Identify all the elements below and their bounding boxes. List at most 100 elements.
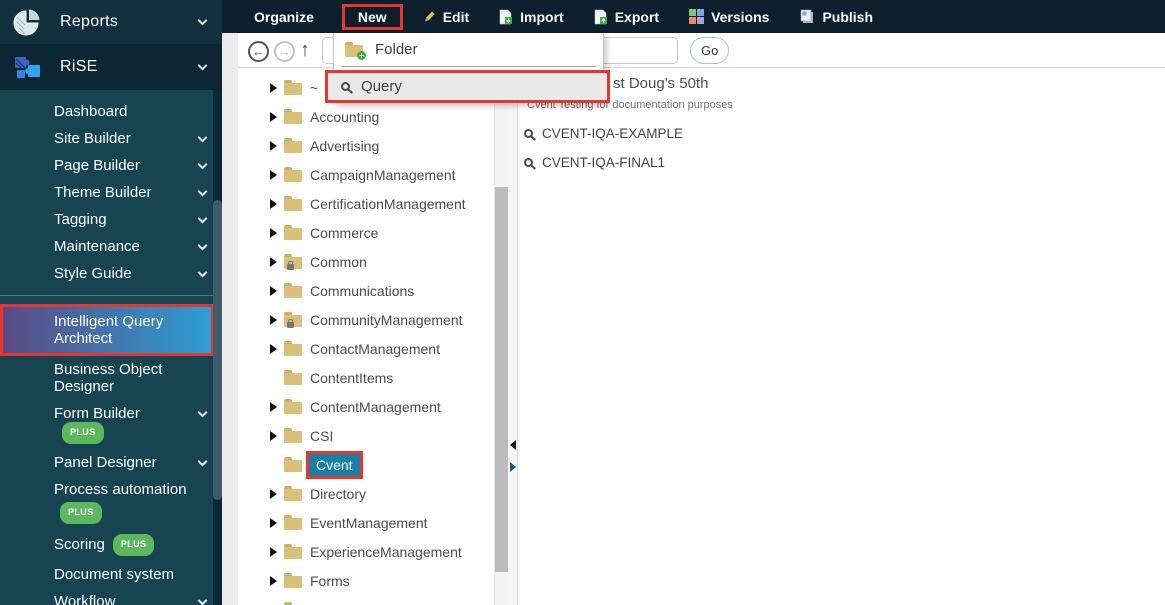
sidebar-nav-list: Dashboard Site Builder Page Builder Them… — [0, 98, 222, 605]
tree-item-communications[interactable]: Communications — [238, 276, 494, 305]
pie-chart-icon — [12, 6, 44, 38]
query-result-item[interactable]: CVENT-IQA-EXAMPLE — [524, 126, 683, 141]
toolbar-publish-button[interactable]: Publish — [799, 9, 873, 25]
pencil-icon — [421, 9, 436, 24]
tree-item-accounting[interactable]: Accounting — [238, 102, 494, 131]
toolbar-export-button[interactable]: Export — [594, 9, 659, 25]
expand-arrow-icon[interactable] — [270, 430, 277, 441]
expand-arrow-icon[interactable] — [270, 517, 277, 528]
expand-arrow-icon[interactable] — [270, 546, 277, 557]
forward-icon[interactable]: → — [274, 41, 295, 62]
tree-item-commerce[interactable]: Commerce — [238, 218, 494, 247]
expand-arrow-icon[interactable] — [270, 575, 277, 586]
menu-item-query[interactable]: Query — [325, 70, 610, 103]
tree-item-advertising[interactable]: Advertising — [238, 131, 494, 160]
sidebar-item-panel-designer[interactable]: Panel Designer — [0, 449, 222, 476]
folder-tree: ~ Accounting Advertising CampaignManagem… — [238, 68, 494, 605]
expand-arrow-icon[interactable] — [270, 256, 277, 267]
sidebar-item-site-builder[interactable]: Site Builder — [0, 125, 222, 152]
sidebar-item-intelligent-query-architect[interactable]: Intelligent Query Architect — [0, 304, 214, 356]
sidebar: Reports RiSE Dashboard Site Builder Page… — [0, 0, 222, 605]
sidebar-item-maintenance[interactable]: Maintenance — [0, 233, 222, 260]
expand-arrow-icon[interactable] — [270, 82, 277, 93]
sidebar-item-page-builder[interactable]: Page Builder — [0, 152, 222, 179]
expand-arrow-icon[interactable] — [270, 488, 277, 499]
chevron-down-icon — [197, 132, 208, 143]
chevron-down-icon — [197, 60, 208, 70]
sidebar-item-theme-builder[interactable]: Theme Builder — [0, 179, 222, 206]
expand-arrow-icon[interactable] — [270, 111, 277, 122]
tree-item-directory[interactable]: Directory — [238, 479, 494, 508]
sidebar-scrollbar-thumb[interactable] — [213, 200, 222, 500]
sidebar-item-document-system[interactable]: Document system — [0, 561, 222, 588]
folder-icon — [284, 195, 302, 211]
folder-locked-icon — [284, 311, 302, 328]
toolbar-import-button[interactable]: Import — [499, 9, 564, 25]
tree-item-csi[interactable]: CSI — [238, 421, 494, 450]
expand-arrow-icon[interactable] — [270, 227, 277, 238]
search-icon — [524, 129, 533, 138]
sidebar-item-tagging[interactable]: Tagging — [0, 206, 222, 233]
folder-icon — [284, 398, 302, 414]
tree-item-common[interactable]: Common — [238, 247, 494, 276]
folder-icon — [284, 572, 302, 588]
tree-item-communitymanagement[interactable]: CommunityManagement — [238, 305, 494, 334]
toolbar-versions-button[interactable]: Versions — [689, 9, 769, 25]
tree-item-forms[interactable]: Forms — [238, 566, 494, 595]
tree-item-eventmanagement[interactable]: EventManagement — [238, 508, 494, 537]
collapse-left-icon[interactable] — [510, 440, 516, 450]
expand-arrow-icon[interactable] — [270, 343, 277, 354]
publish-icon — [799, 9, 815, 24]
puzzle-icon — [12, 51, 44, 83]
selected-tree-label: Cvent — [306, 450, 363, 479]
sidebar-item-business-object-designer[interactable]: Business Object Designer — [0, 356, 222, 400]
expand-arrow-icon[interactable] — [270, 314, 277, 325]
toolbar: Organize New Edit Import Export Versions… — [222, 0, 1165, 33]
folder-icon — [284, 137, 302, 153]
chevron-down-icon — [197, 186, 208, 197]
tree-item-cvent[interactable]: Cvent — [238, 450, 494, 479]
query-result-item[interactable]: CVENT-IQA-FINAL1 — [524, 155, 665, 170]
up-icon[interactable]: ↑ — [300, 39, 310, 62]
folder-icon — [284, 79, 302, 95]
folder-icon — [284, 369, 302, 385]
collapse-right-icon[interactable] — [510, 462, 516, 472]
tree-item-contentmanagement[interactable]: ContentManagement — [238, 392, 494, 421]
expand-arrow-icon[interactable] — [270, 285, 277, 296]
plus-badge: PLUS — [62, 422, 104, 444]
chevron-down-icon — [197, 240, 208, 251]
folder-icon — [284, 427, 302, 443]
sidebar-section-rise[interactable]: RiSE — [0, 44, 222, 90]
sidebar-item-scoring[interactable]: Scoring PLUS — [0, 529, 222, 561]
panel-splitter[interactable] — [508, 68, 518, 605]
tree-item-contentitems[interactable]: ContentItems — [238, 363, 494, 392]
tree-item-certificationmanagement[interactable]: CertificationManagement — [238, 189, 494, 218]
go-button[interactable]: Go — [690, 37, 730, 64]
sidebar-divider — [0, 295, 222, 296]
expand-arrow-icon[interactable] — [270, 401, 277, 412]
toolbar-organize-button[interactable]: Organize — [254, 9, 314, 25]
folder-icon — [284, 224, 302, 240]
sidebar-item-style-guide[interactable]: Style Guide — [0, 260, 222, 287]
tree-item-experiencemanagement[interactable]: ExperienceManagement — [238, 537, 494, 566]
lock-icon — [287, 260, 294, 270]
expand-arrow-icon[interactable] — [270, 140, 277, 151]
sidebar-item-workflow[interactable]: Workflow — [0, 588, 222, 605]
chevron-down-icon — [197, 15, 208, 25]
folder-icon — [284, 514, 302, 530]
toolbar-edit-button[interactable]: Edit — [421, 9, 469, 25]
tree-item-campaignmanagement[interactable]: CampaignManagement — [238, 160, 494, 189]
sidebar-item-process-automation[interactable]: Process automation PLUS — [0, 476, 222, 529]
sidebar-header-reports[interactable]: Reports — [0, 0, 222, 44]
tree-item-contactmanagement[interactable]: ContactManagement — [238, 334, 494, 363]
tree-item-fundraising[interactable]: Fundraising — [238, 595, 494, 605]
sidebar-item-dashboard[interactable]: Dashboard — [0, 98, 222, 125]
tree-scrollbar-thumb[interactable] — [495, 187, 508, 572]
expand-arrow-icon[interactable] — [270, 169, 277, 180]
toolbar-new-button[interactable]: New — [358, 9, 387, 25]
menu-item-folder[interactable]: + Folder — [334, 33, 603, 66]
back-icon[interactable]: ← — [248, 41, 269, 62]
sidebar-item-form-builder[interactable]: Form BuilderPLUS — [0, 400, 222, 449]
expand-arrow-icon[interactable] — [270, 198, 277, 209]
plus-badge: PLUS — [112, 534, 155, 556]
